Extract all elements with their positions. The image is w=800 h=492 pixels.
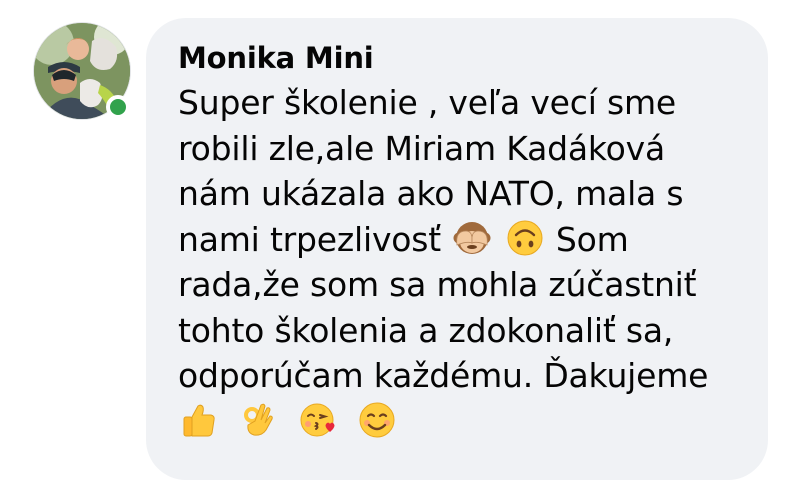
comment-item: Monika Mini Super školenie , veľa vecí s… [0, 0, 800, 492]
comment-author-name[interactable]: Monika Mini [178, 38, 744, 78]
comment-line-with-emoji: nami trpezlivosť Som [178, 217, 744, 263]
comment-line: tohto školenia a zdokonaliť sa, [178, 310, 674, 350]
ok-hand-emoji [239, 401, 277, 439]
see-no-evil-monkey-emoji [453, 219, 491, 257]
face-blowing-kiss-emoji [299, 401, 337, 439]
comment-line: Super školenie , veľa vecí sme [178, 83, 677, 122]
smiling-face-emoji [358, 401, 396, 439]
comment-emoji-row [178, 399, 744, 445]
avatar-container[interactable] [33, 22, 131, 120]
comment-line-part: Som [555, 219, 629, 259]
comment-line-part: nami trpezlivosť [178, 219, 442, 259]
comment-line: nám ukázala ako NATO, mala s [178, 174, 684, 213]
comment-text: Super školenie , veľa vecí sme robili zl… [178, 80, 744, 444]
online-status-indicator [106, 95, 130, 119]
thumbs-up-emoji [180, 401, 218, 439]
comment-line: rada,že som sa mohla zúčastniť [178, 265, 697, 304]
comment-line: robili zle,ale Miriam Kadáková [178, 128, 666, 168]
comment-bubble: Monika Mini Super školenie , veľa vecí s… [146, 18, 768, 480]
comment-line: odporúčam každému. Ďakujeme [178, 356, 709, 395]
upside-down-face-emoji [506, 219, 544, 257]
